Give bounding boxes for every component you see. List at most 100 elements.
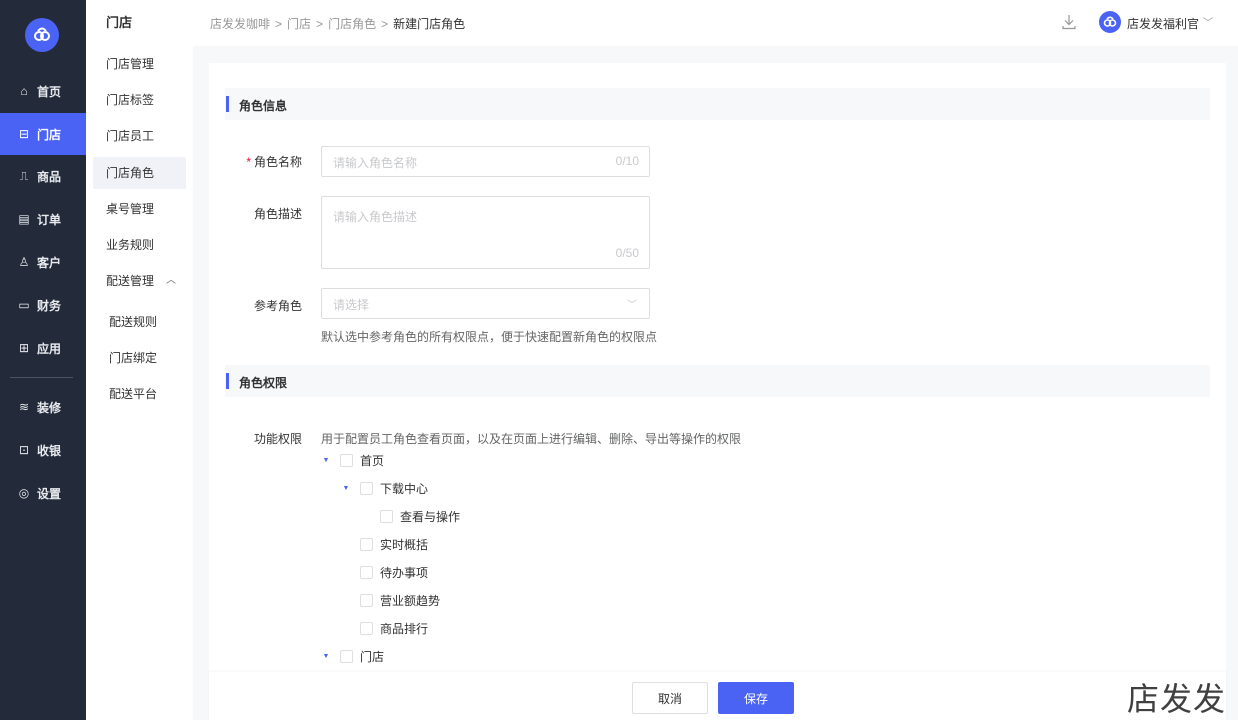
checkbox[interactable] bbox=[360, 593, 373, 607]
breadcrumb-item[interactable]: 门店 bbox=[287, 17, 311, 31]
tree-label: 商品排行 bbox=[380, 621, 429, 636]
submenu-item-delivery-platform[interactable]: 配送平台 bbox=[93, 378, 186, 410]
save-button[interactable]: 保存 bbox=[718, 682, 794, 714]
tree-node[interactable]: 待办事项 bbox=[360, 564, 428, 580]
nav-divider bbox=[10, 377, 73, 378]
tree-node[interactable]: 查看与操作 bbox=[380, 508, 460, 524]
tree-label: 营业额趋势 bbox=[380, 593, 441, 608]
apps-icon: ⊞ bbox=[18, 341, 30, 355]
nav-item-customers[interactable]: ♙ 客户 bbox=[0, 241, 86, 283]
nav-label: 首页 bbox=[37, 84, 62, 99]
nav-item-orders[interactable]: ▤ 订单 bbox=[0, 198, 86, 240]
tree-label: 门店 bbox=[360, 649, 385, 664]
checkbox[interactable] bbox=[360, 565, 373, 579]
cancel-button[interactable]: 取消 bbox=[632, 682, 708, 714]
caret-down-icon[interactable]: ▼ bbox=[322, 457, 330, 464]
tree-node[interactable]: ▼ 下载中心 bbox=[342, 480, 428, 496]
nav-item-store[interactable]: ⊟ 门店 bbox=[0, 113, 86, 155]
submenu-item-delivery-rules[interactable]: 配送规则 bbox=[93, 306, 186, 338]
section-title: 角色权限 bbox=[239, 376, 288, 390]
checkbox[interactable] bbox=[340, 453, 353, 467]
section-accent-bar bbox=[226, 373, 229, 389]
submenu-item-table-numbers[interactable]: 桌号管理 bbox=[93, 193, 186, 225]
checkbox[interactable] bbox=[340, 649, 353, 663]
tree-node[interactable]: 营业额趋势 bbox=[360, 592, 440, 608]
avatar[interactable] bbox=[1099, 11, 1121, 33]
nav-item-settings[interactable]: ◎ 设置 bbox=[0, 472, 86, 514]
chevron-down-icon[interactable]: ﹀ bbox=[1203, 14, 1213, 29]
app-logo[interactable] bbox=[25, 18, 59, 52]
func-perm-label: 功能权限 bbox=[253, 432, 302, 446]
breadcrumb-separator: > bbox=[381, 17, 389, 31]
char-counter: 0/10 bbox=[615, 154, 639, 168]
nav-item-finance[interactable]: ▭ 财务 bbox=[0, 284, 86, 326]
checkbox[interactable] bbox=[360, 481, 373, 495]
textarea-placeholder: 请输入角色描述 bbox=[333, 210, 418, 224]
main-sidebar: ⌂ 首页 ⊟ 门店 ⎍ 商品 ▤ 订单 ♙ 客户 ▭ 财务 ⊞ 应用 ≋ 装修 … bbox=[0, 0, 86, 720]
submenu-panel: 门店 门店管理 门店标签 门店员工 门店角色 桌号管理 业务规则 配送管理 ︿ … bbox=[86, 0, 193, 720]
submenu-item-store-roles[interactable]: 门店角色 bbox=[93, 157, 186, 189]
char-counter: 0/50 bbox=[615, 246, 639, 260]
role-name-label: * 角色名称 bbox=[222, 153, 302, 170]
caret-down-icon[interactable]: ▼ bbox=[322, 653, 330, 660]
tree-node[interactable]: 商品排行 bbox=[360, 620, 428, 636]
nav-label: 门店 bbox=[37, 127, 62, 142]
tree-node[interactable]: ▼ 首页 bbox=[322, 452, 384, 468]
nav-label: 订单 bbox=[37, 212, 62, 227]
tree-label: 查看与操作 bbox=[400, 509, 461, 524]
role-desc-textarea[interactable]: 请输入角色描述 0/50 bbox=[321, 196, 650, 269]
nav-label: 设置 bbox=[37, 486, 62, 501]
nav-item-goods[interactable]: ⎍ 商品 bbox=[0, 155, 86, 197]
submenu-title: 门店 bbox=[106, 15, 133, 30]
settings-icon: ◎ bbox=[18, 486, 30, 500]
nav-item-apps[interactable]: ⊞ 应用 bbox=[0, 327, 86, 369]
role-desc-label: 角色描述 bbox=[253, 207, 302, 221]
breadcrumb-item[interactable]: 店发发咖啡 bbox=[210, 17, 270, 31]
section-accent-bar bbox=[226, 96, 229, 112]
tree-node[interactable]: ▼ 门店 bbox=[322, 648, 384, 664]
tree-label: 实时概括 bbox=[380, 537, 429, 552]
required-mark: * bbox=[246, 155, 251, 169]
label-text: 角色名称 bbox=[253, 155, 302, 169]
submenu-item-business-rules[interactable]: 业务规则 bbox=[93, 229, 186, 261]
section-header-permissions: 角色权限 bbox=[225, 365, 1210, 397]
tree-label: 首页 bbox=[360, 453, 385, 468]
submenu-item-store-manage[interactable]: 门店管理 bbox=[93, 48, 186, 80]
nav-item-home[interactable]: ⌂ 首页 bbox=[0, 70, 86, 112]
download-icon[interactable] bbox=[1061, 13, 1077, 31]
tree-label: 下载中心 bbox=[380, 481, 429, 496]
func-perm-help: 用于配置员工角色查看页面，以及在页面上进行编辑、删除、导出等操作的权限 bbox=[321, 432, 742, 446]
bag-icon: ⎍ bbox=[19, 168, 29, 183]
checkbox[interactable] bbox=[360, 537, 373, 551]
nav-label: 商品 bbox=[37, 169, 62, 184]
role-name-input[interactable]: 请输入角色名称 0/10 bbox=[321, 146, 650, 177]
select-placeholder: 请选择 bbox=[333, 298, 370, 312]
tree-node[interactable]: 实时概括 bbox=[360, 536, 428, 552]
nav-label: 应用 bbox=[37, 341, 62, 356]
submenu-item-delivery[interactable]: 配送管理 ︿ bbox=[93, 265, 186, 297]
ref-role-select[interactable]: 请选择 ﹀ bbox=[321, 288, 650, 319]
nav-item-cashier[interactable]: ⊡ 收银 bbox=[0, 429, 86, 471]
nav-label: 收银 bbox=[37, 443, 62, 458]
submenu-item-store-tags[interactable]: 门店标签 bbox=[93, 84, 186, 116]
section-header-info: 角色信息 bbox=[225, 88, 1210, 120]
submenu-item-store-binding[interactable]: 门店绑定 bbox=[93, 342, 186, 374]
action-footer: 取消 保存 bbox=[209, 672, 1226, 720]
chevron-down-icon: ﹀ bbox=[627, 300, 637, 311]
wallet-icon: ▭ bbox=[18, 298, 30, 312]
watermark-text: 店发发 bbox=[1127, 680, 1227, 718]
caret-down-icon[interactable]: ▼ bbox=[342, 485, 350, 492]
tree-label: 待办事项 bbox=[380, 565, 429, 580]
nav-label: 财务 bbox=[37, 298, 62, 313]
nav-item-decoration[interactable]: ≋ 装修 bbox=[0, 386, 86, 428]
submenu-label: 配送管理 bbox=[106, 274, 155, 288]
breadcrumb-current: 新建门店角色 bbox=[393, 17, 466, 31]
checkbox[interactable] bbox=[360, 621, 373, 635]
checkbox[interactable] bbox=[380, 509, 393, 523]
breadcrumb-item[interactable]: 门店角色 bbox=[328, 17, 376, 31]
submenu-item-store-staff[interactable]: 门店员工 bbox=[93, 120, 186, 152]
user-icon: ♙ bbox=[18, 255, 30, 269]
user-name[interactable]: 店发发福利官 bbox=[1127, 15, 1199, 32]
section-title: 角色信息 bbox=[239, 99, 288, 113]
ref-role-help: 默认选中参考角色的所有权限点，便于快速配置新角色的权限点 bbox=[321, 330, 658, 344]
